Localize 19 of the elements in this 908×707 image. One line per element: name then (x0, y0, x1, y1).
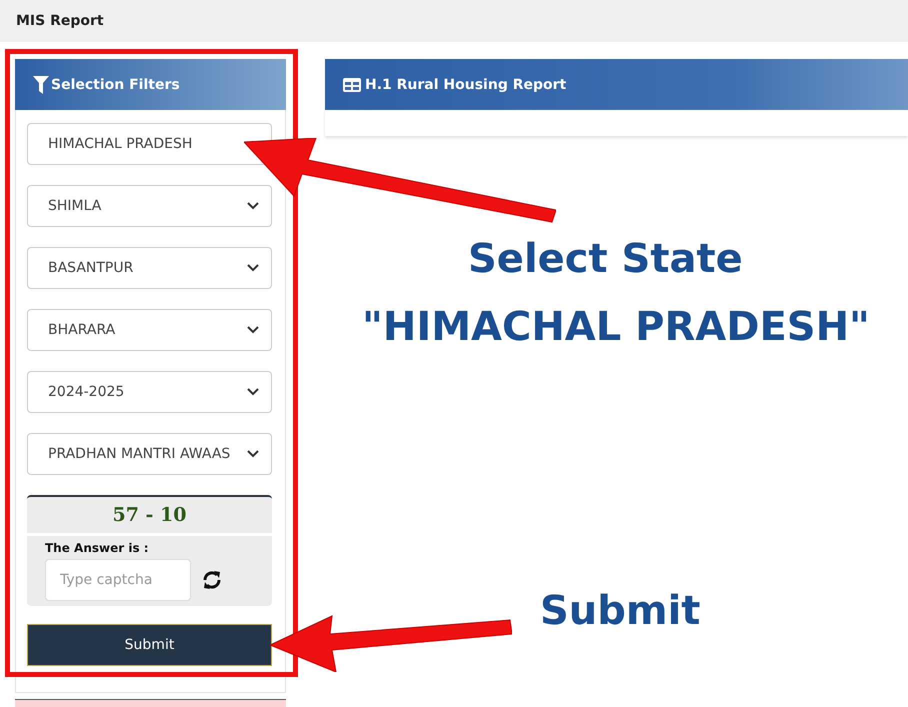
dropdown[interactable]: BASANTPUR (27, 247, 272, 289)
captcha-input-field[interactable]: Type captcha (45, 559, 191, 601)
page-title: MIS Report (16, 13, 104, 29)
table-icon (343, 78, 361, 92)
dropdown[interactable]: SHIMLA (27, 185, 272, 227)
captcha-question: 57 - 10 (112, 504, 186, 526)
dropdown[interactable]: BHARARA (27, 309, 272, 351)
panel-title: Selection Filters (51, 76, 180, 92)
dropdown[interactable]: PRADHAN MANTRI AWAAS (27, 433, 272, 475)
report-title: H.1 Rural Housing Report (365, 76, 566, 92)
refresh-icon[interactable] (201, 569, 223, 591)
annotation-text: "HIMACHAL PRADESH" (362, 304, 870, 350)
submit-button[interactable]: Submit (27, 624, 272, 666)
filter-icon (33, 76, 49, 94)
answer-label: The Answer is : (45, 541, 150, 555)
annotation-text: Select State (468, 236, 743, 282)
dropdown[interactable]: 2024-2025 (27, 371, 272, 413)
annotation-text: Submit (540, 588, 700, 634)
dropdown[interactable]: HIMACHAL PRADESH (27, 123, 272, 165)
